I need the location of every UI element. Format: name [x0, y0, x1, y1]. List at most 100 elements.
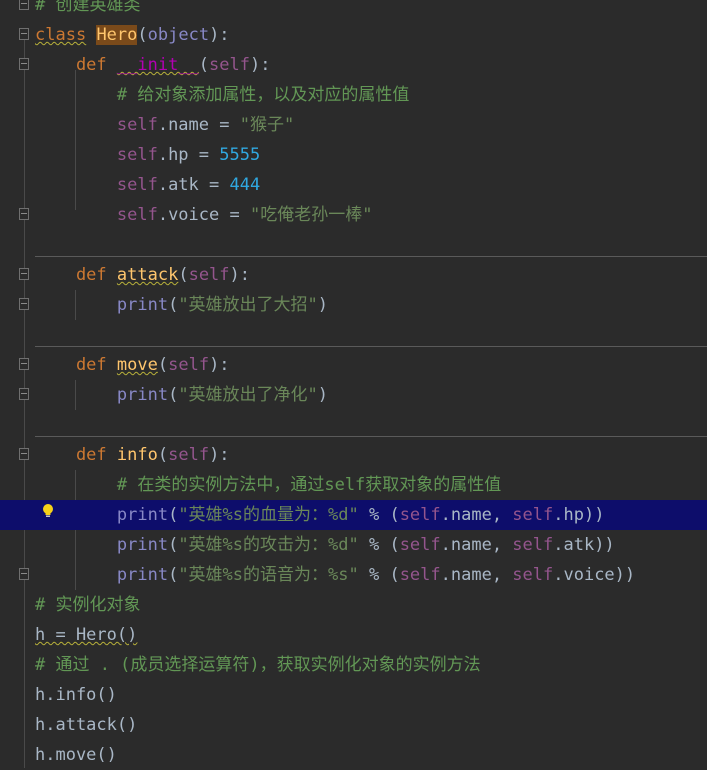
code-token: (: [168, 505, 179, 525]
code-token: (: [157, 445, 169, 465]
code-token: h = Hero(): [35, 625, 138, 645]
code-line[interactable]: [0, 410, 707, 440]
code-token: self: [35, 205, 158, 225]
code-token: "英雄%s的攻击为：%d": [178, 535, 359, 555]
code-token: ): [317, 295, 329, 315]
code-text: print("英雄放出了大招"): [35, 290, 328, 320]
code-line[interactable]: # 给对象添加属性，以及对应的属性值: [0, 80, 707, 110]
code-text: h.move(): [35, 740, 117, 770]
code-token: .voice)): [553, 565, 636, 585]
code-line[interactable]: print("英雄%s的语音为：%s" % (self.name, self.v…: [0, 560, 707, 590]
code-line[interactable]: self.hp = 5555: [0, 140, 707, 170]
code-line[interactable]: # 通过 . (成员选择运算符)，获取实例化对象的实例方法: [0, 650, 707, 680]
code-line[interactable]: # 在类的实例方法中，通过self获取对象的属性值: [0, 470, 707, 500]
code-token: self: [188, 265, 230, 285]
code-token: .atk)): [553, 535, 615, 555]
code-token: (: [137, 25, 148, 45]
code-line[interactable]: [0, 230, 707, 260]
code-token: .hp =: [157, 145, 220, 165]
code-line[interactable]: self.atk = 444: [0, 170, 707, 200]
fold-marker-icon[interactable]: [19, 0, 29, 10]
lightbulb-icon[interactable]: [42, 503, 54, 519]
code-line[interactable]: class Hero(object):: [0, 20, 707, 50]
code-token: "英雄放出了大招": [178, 295, 318, 315]
code-line[interactable]: h.info(): [0, 680, 707, 710]
code-line[interactable]: print("英雄放出了净化"): [0, 380, 707, 410]
code-token: move: [116, 355, 158, 375]
code-line[interactable]: def info(self):: [0, 440, 707, 470]
code-text: h.attack(): [35, 710, 137, 740]
code-line[interactable]: self.name = "猴子": [0, 110, 707, 140]
code-token: .name =: [157, 115, 240, 135]
code-token: self: [512, 565, 554, 585]
code-token: (: [198, 55, 210, 75]
fold-marker-icon[interactable]: [19, 448, 29, 460]
code-editor[interactable]: # 创建英雄类 class Hero(object): def __init__(…: [0, 0, 707, 768]
code-text: print("英雄%s的血量为：%d" % (self.name, self.h…: [35, 500, 605, 530]
code-token: self: [35, 145, 158, 165]
code-line[interactable]: # 创建英雄类: [0, 0, 707, 20]
code-token: class: [35, 25, 87, 45]
code-token: self: [399, 505, 441, 525]
code-token: self: [512, 505, 554, 525]
code-token: h.attack(): [35, 715, 138, 735]
code-token: 5555: [219, 145, 261, 165]
code-line[interactable]: h.attack(): [0, 710, 707, 740]
fold-marker-icon[interactable]: [19, 208, 29, 220]
code-token: .atk =: [157, 175, 230, 195]
code-token: (: [168, 295, 179, 315]
code-line[interactable]: def move(self):: [0, 350, 707, 380]
code-line[interactable]: print("英雄放出了大招"): [0, 290, 707, 320]
code-token: self: [399, 565, 441, 585]
code-token: print: [35, 565, 169, 585]
fold-marker-icon[interactable]: [19, 58, 29, 70]
code-token: attack: [116, 265, 179, 285]
code-text: # 在类的实例方法中，通过self获取对象的属性值: [35, 470, 501, 500]
fold-marker-icon[interactable]: [19, 358, 29, 370]
code-token: __init__: [116, 55, 199, 75]
code-token: 444: [229, 175, 261, 195]
code-line[interactable]: def __init__(self):: [0, 50, 707, 80]
fold-marker-icon[interactable]: [19, 28, 29, 40]
code-token: self: [512, 535, 554, 555]
code-line[interactable]: self.voice = "吃俺老孙一棒": [0, 200, 707, 230]
fold-marker-icon[interactable]: [19, 268, 29, 280]
code-line[interactable]: print("英雄%s的血量为：%d" % (self.name, self.h…: [0, 500, 707, 530]
code-token: "英雄%s的血量为：%d": [178, 505, 359, 525]
code-line[interactable]: h.move(): [0, 740, 707, 770]
code-token: "猴子": [239, 115, 295, 135]
code-token: % (: [358, 505, 400, 525]
fold-marker-icon[interactable]: [19, 388, 29, 400]
code-token: ):: [209, 445, 230, 465]
code-token: print: [35, 385, 169, 405]
code-token: print: [35, 295, 169, 315]
code-line[interactable]: [0, 320, 707, 350]
code-token: # 给对象添加属性，以及对应的属性值: [35, 85, 410, 105]
code-token: print: [35, 505, 169, 525]
code-line[interactable]: def attack(self):: [0, 260, 707, 290]
code-token: ):: [229, 265, 251, 285]
code-token: % (: [358, 535, 400, 555]
code-text: # 实例化对象: [35, 590, 140, 620]
code-token: self: [399, 535, 441, 555]
code-token: self: [209, 55, 250, 75]
fold-marker-icon[interactable]: [19, 568, 29, 580]
code-token: .name,: [440, 565, 513, 585]
code-token: def: [35, 445, 107, 465]
code-token: .name,: [440, 505, 513, 525]
code-token: "英雄%s的语音为：%s": [178, 565, 359, 585]
code-token: # 创建英雄类: [35, 0, 141, 15]
code-line[interactable]: print("英雄%s的攻击为：%d" % (self.name, self.a…: [0, 530, 707, 560]
code-token: self: [35, 115, 158, 135]
fold-marker-icon[interactable]: [19, 298, 29, 310]
code-token: self: [168, 445, 210, 465]
code-token: h.info(): [35, 685, 117, 705]
code-line[interactable]: # 实例化对象: [0, 590, 707, 620]
code-text: class Hero(object):: [35, 20, 230, 50]
code-line[interactable]: h = Hero(): [0, 620, 707, 650]
code-token: def: [35, 355, 107, 375]
code-token: def: [35, 55, 107, 75]
